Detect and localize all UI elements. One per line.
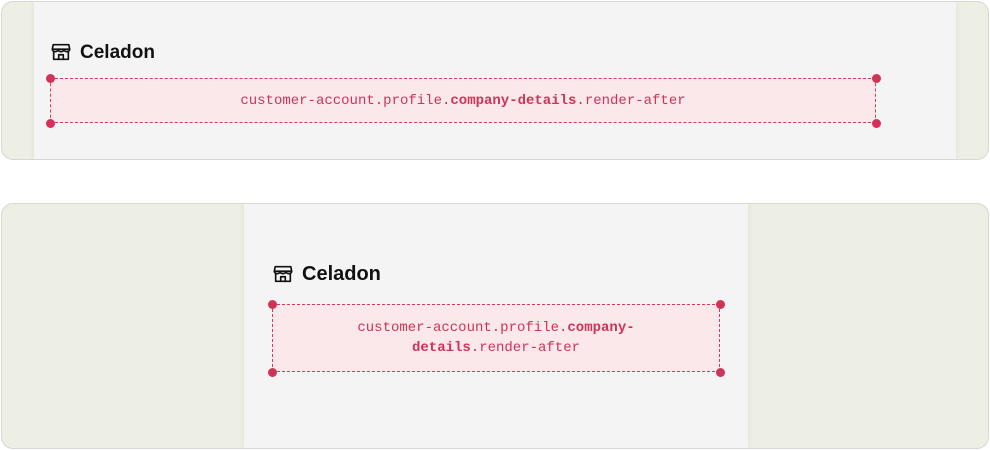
extension-target-slot: customer-account.profile.company-details… (45, 73, 881, 128)
extension-target-slot: customer-account.profile.company-details… (267, 299, 725, 377)
store-name: Celadon (80, 41, 155, 63)
desktop-preview-frame: Celadon customer-account.profile.company… (1, 1, 989, 160)
store-name: Celadon (302, 263, 381, 285)
store-brand: Celadon (50, 41, 155, 63)
store-brand: Celadon (272, 263, 381, 285)
storefront-icon (272, 263, 294, 285)
preview-page: Celadon customer-account.profile.company… (244, 204, 748, 448)
target-prefix: customer-account.profile. (240, 92, 451, 109)
slot-corner-handle (267, 367, 277, 377)
slot-corner-handle (871, 73, 881, 83)
extension-target-label: customer-account.profile.company-details… (240, 91, 685, 111)
target-suffix: .render-after (576, 92, 686, 109)
slot-corner-handle (715, 367, 725, 377)
slot-corner-handle (45, 73, 55, 83)
slot-corner-handle (715, 299, 725, 309)
target-prefix: customer-account.profile. (357, 320, 568, 336)
slot-corner-handle (267, 299, 277, 309)
target-suffix: .render-after (470, 340, 581, 356)
target-highlight: company-details (450, 92, 577, 109)
slot-corner-handle (45, 118, 55, 128)
mobile-preview-frame: Celadon customer-account.profile.company… (1, 203, 989, 449)
storefront-icon (50, 41, 72, 63)
extension-target-label: customer-account.profile.company-details… (323, 318, 669, 358)
slot-corner-handle (871, 118, 881, 128)
